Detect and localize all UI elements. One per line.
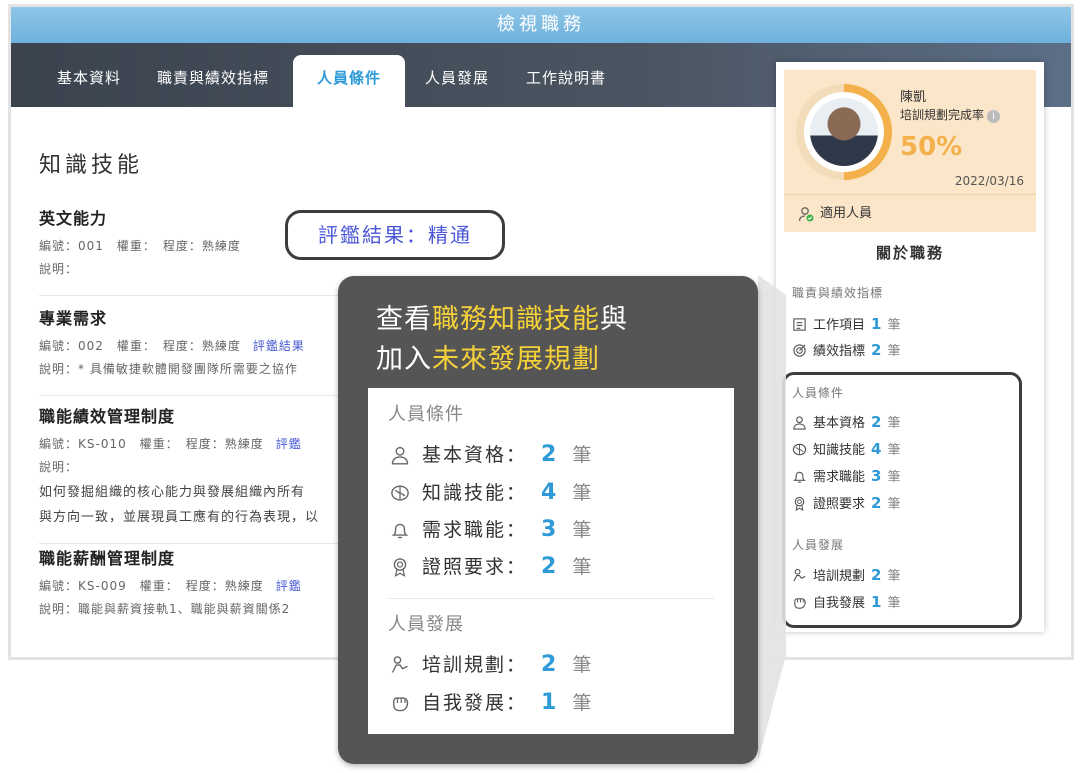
tab-personnel-development[interactable]: 人員發展 — [407, 55, 507, 107]
item-desc: 說明： — [39, 262, 79, 276]
divider — [388, 598, 714, 599]
group-title: 人員發展 — [388, 614, 464, 635]
fist-icon — [393, 697, 409, 712]
overlay-row-self-development[interactable]: 自我發展： 1 筆 — [390, 688, 593, 718]
eval-link[interactable]: 評鑑結果 — [253, 339, 305, 353]
applicable-personnel-button[interactable]: 適用人員 — [784, 194, 1036, 232]
completion-ring — [796, 84, 892, 180]
eval-result-callout: 評鑑結果：精通 — [285, 210, 505, 260]
target-icon — [793, 344, 806, 357]
eval-link[interactable]: 評鑑 — [276, 579, 302, 593]
overlay-row-required-competency[interactable]: 需求職能： 3 筆 — [390, 515, 593, 545]
info-icon[interactable]: i — [987, 110, 1001, 123]
training-icon — [391, 656, 408, 673]
applicable-label: 適用人員 — [820, 206, 873, 221]
overlay-headline: 查看職務知識技能與 加入未來發展規劃 — [376, 304, 628, 375]
eval-link[interactable]: 評鑑 — [276, 437, 302, 451]
completion-rate-value: 50% — [900, 132, 963, 162]
group-title: 職責與績效指標 — [792, 286, 884, 300]
task-list-icon — [793, 318, 806, 331]
overlay-summary: 人員條件 基本資格： 2 筆 知識技能： 4 筆 需求職能： 3 筆 證照要求： 2 筆 人員發… — [368, 388, 734, 734]
person-icon — [391, 446, 409, 465]
profile-date: 2022/03/16 — [954, 174, 1024, 188]
user-check-icon — [798, 207, 814, 222]
tab-duties-kpi[interactable]: 職責與績效指標 — [145, 55, 281, 107]
completion-rate-label: 培訓規劃完成率 i — [900, 106, 1001, 123]
section-title: 知識技能 — [39, 153, 144, 178]
overlay-row-knowledge-skills[interactable]: 知識技能： 4 筆 — [390, 478, 593, 508]
about-title: 關於職務 — [875, 244, 944, 262]
zoom-wedge — [758, 275, 786, 761]
window-title: 檢視職務 — [11, 7, 1071, 43]
tab-basic-info[interactable]: 基本資料 — [39, 55, 139, 107]
badge-icon — [393, 558, 407, 577]
zoom-overlay-card: 查看職務知識技能與 加入未來發展規劃 人員條件 基本資格： 2 筆 知識技能： 4 筆 … — [338, 276, 758, 764]
overlay-row-training-plan[interactable]: 培訓規劃： 2 筆 — [390, 650, 593, 680]
item-meta-text: 編號：002 權重： 程度：熟練度 — [39, 339, 241, 353]
tab-personnel-requirements[interactable]: 人員條件 — [293, 55, 405, 107]
group-title: 人員條件 — [388, 404, 464, 425]
overlay-row-certification[interactable]: 證照要求： 2 筆 — [390, 552, 593, 582]
bell-icon — [391, 523, 409, 539]
rate-label-text: 培訓規劃完成率 — [900, 108, 985, 122]
brain-icon — [391, 485, 409, 501]
item-meta-text: 編號：KS-009 權重： 程度：熟練度 — [39, 579, 264, 593]
tab-job-description[interactable]: 工作說明書 — [511, 55, 621, 107]
highlight-box — [782, 372, 1022, 628]
item-meta-text: 編號：KS-010 權重： 程度：熟練度 — [39, 437, 264, 451]
summary-row-work-items[interactable]: 工作項目 1 筆 — [792, 314, 1032, 334]
avatar — [810, 98, 878, 166]
profile-card: 陳凱 培訓規劃完成率 i 50% 2022/03/16 — [784, 70, 1036, 194]
profile-name: 陳凱 — [900, 90, 927, 105]
overlay-row-basic-qualification[interactable]: 基本資格： 2 筆 — [390, 440, 593, 470]
summary-row-kpi[interactable]: 績效指標 2 筆 — [792, 340, 1032, 360]
